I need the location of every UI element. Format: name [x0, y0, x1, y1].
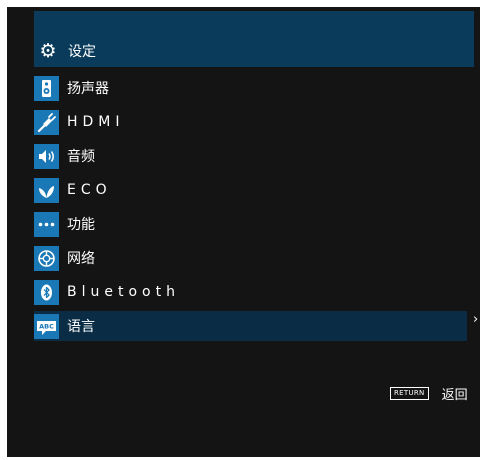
menu-item-eco[interactable]: ECO	[34, 175, 112, 205]
volume-icon	[34, 143, 59, 169]
header-bar: ⚙ 设定	[34, 11, 474, 67]
chevron-right-icon: ›	[473, 312, 479, 327]
svg-text:ABC: ABC	[39, 322, 54, 330]
menu-item-label: 音频	[67, 149, 95, 165]
menu-item-speaker[interactable]: 扬声器	[34, 73, 109, 103]
screen: ⚙ 设定 扬声器 HDMI 音频 ECO 功能 网络 Bluetooth ABC…	[7, 7, 480, 457]
menu-item-function[interactable]: 功能	[34, 209, 95, 239]
menu-item-label: 扬声器	[67, 81, 109, 97]
footer-hint: RETURN 返回	[390, 384, 468, 403]
bluetooth-icon	[34, 279, 59, 305]
menu-item-label: HDMI	[67, 114, 125, 130]
speaker-icon	[34, 75, 59, 101]
menu-item-label: 功能	[67, 217, 95, 233]
gear-icon: ⚙	[39, 40, 57, 62]
leaf-icon	[34, 177, 59, 203]
page-title: ⚙ 设定	[38, 41, 96, 61]
menu-item-label: ECO	[67, 182, 112, 198]
menu-item-label: 语言	[67, 319, 95, 335]
globe-icon	[34, 245, 59, 271]
menu-item-audio[interactable]: 音频	[34, 141, 95, 171]
dots-icon	[34, 211, 59, 237]
page-title-label: 设定	[68, 44, 96, 60]
hdmi-cable-icon	[34, 109, 59, 135]
menu-item-label: Bluetooth	[67, 284, 180, 300]
menu-item-network[interactable]: 网络	[34, 243, 95, 273]
menu-item-hdmi[interactable]: HDMI	[34, 107, 125, 137]
abc-language-icon: ABC	[34, 313, 59, 339]
menu-item-language[interactable]: ABC 语言	[34, 311, 467, 341]
return-label: 返回	[441, 388, 468, 403]
menu-item-bluetooth[interactable]: Bluetooth	[34, 277, 180, 307]
return-key-badge[interactable]: RETURN	[390, 387, 429, 400]
menu-item-label: 网络	[67, 251, 95, 267]
